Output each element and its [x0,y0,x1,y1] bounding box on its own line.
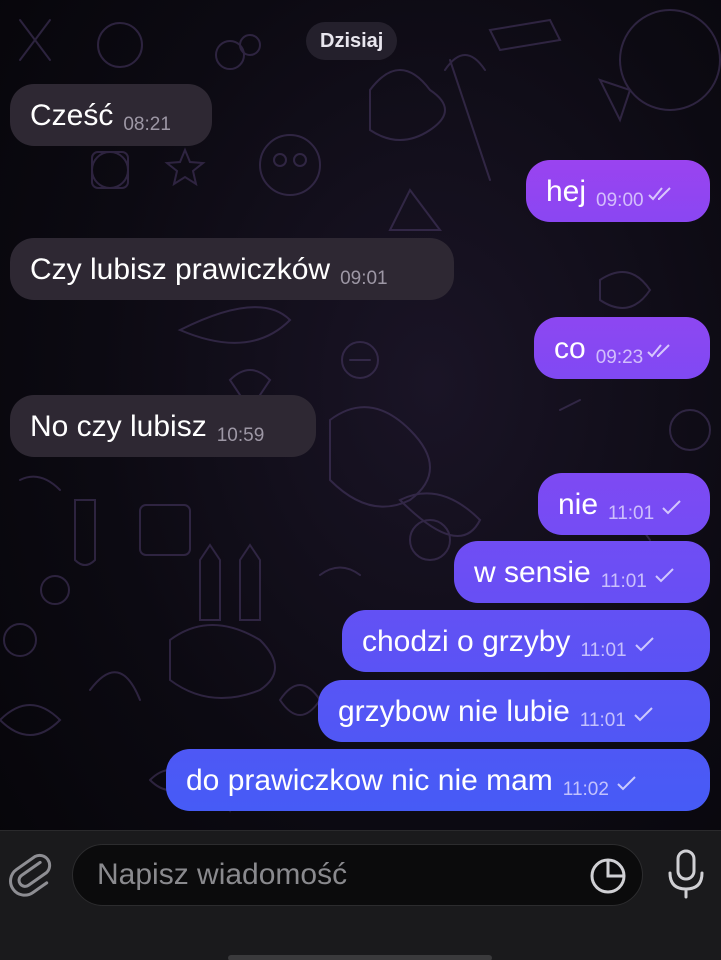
double-check-icon [647,344,670,358]
check-icon [655,568,674,583]
date-separator: Dzisiaj [306,22,398,60]
message-text: hej [546,175,587,209]
message-time: 11:01 [608,503,655,524]
message-text: co [554,332,586,366]
message-input[interactable]: Napisz wiadomość [72,844,643,906]
incoming-message-bubble[interactable]: Czy lubisz prawiczków 09:01 [10,238,454,300]
outgoing-message-bubble[interactable]: w sensie 11:01 [454,541,710,603]
check-icon [617,776,636,791]
check-icon [662,500,681,515]
check-icon [634,637,654,652]
message-time: 09:00 [596,190,644,211]
message-text: chodzi o grzyby [362,625,571,659]
message-text: Czy lubisz prawiczków [30,253,331,287]
message-text: No czy lubisz [30,410,207,444]
message-time: 09:01 [340,268,388,289]
outgoing-message-bubble[interactable]: co 09:23 [534,317,710,379]
message-time: 08:21 [123,114,171,135]
message-time: 09:23 [595,347,644,368]
message-text: w sensie [474,556,591,590]
outgoing-message-bubble[interactable]: grzybow nie lubie 11:01 [318,680,710,742]
outgoing-message-bubble[interactable]: nie 11:01 [538,473,710,535]
double-check-icon [647,187,671,201]
outgoing-message-bubble[interactable]: hej 09:00 [526,160,710,222]
sticker-icon[interactable] [588,856,628,896]
check-icon [634,707,653,722]
message-text: Cześć [30,99,114,133]
message-time: 11:01 [600,571,647,592]
home-indicator [228,955,492,960]
paperclip-icon[interactable] [8,851,54,897]
chat-screen: Dzisiaj Cześć 08:21 hej 09:00 Czy lubisz p… [0,0,721,960]
incoming-message-bubble[interactable]: Cześć 08:21 [10,84,212,146]
outgoing-message-bubble[interactable]: chodzi o grzyby 11:01 [342,610,710,672]
microphone-icon[interactable] [664,847,708,901]
incoming-message-bubble[interactable]: No czy lubisz 10:59 [10,395,316,457]
message-composer: Napisz wiadomość [0,830,721,960]
message-time: 11:01 [580,640,627,661]
message-text: grzybow nie lubie [338,695,570,729]
message-text: nie [558,488,599,522]
outgoing-message-bubble[interactable]: do prawiczkow nic nie mam 11:02 [166,749,710,811]
message-time: 11:01 [579,710,626,731]
message-time: 11:02 [562,779,609,800]
message-input-placeholder: Napisz wiadomość [97,858,348,891]
message-time: 10:59 [216,425,265,446]
message-text: do prawiczkow nic nie mam [186,764,553,798]
